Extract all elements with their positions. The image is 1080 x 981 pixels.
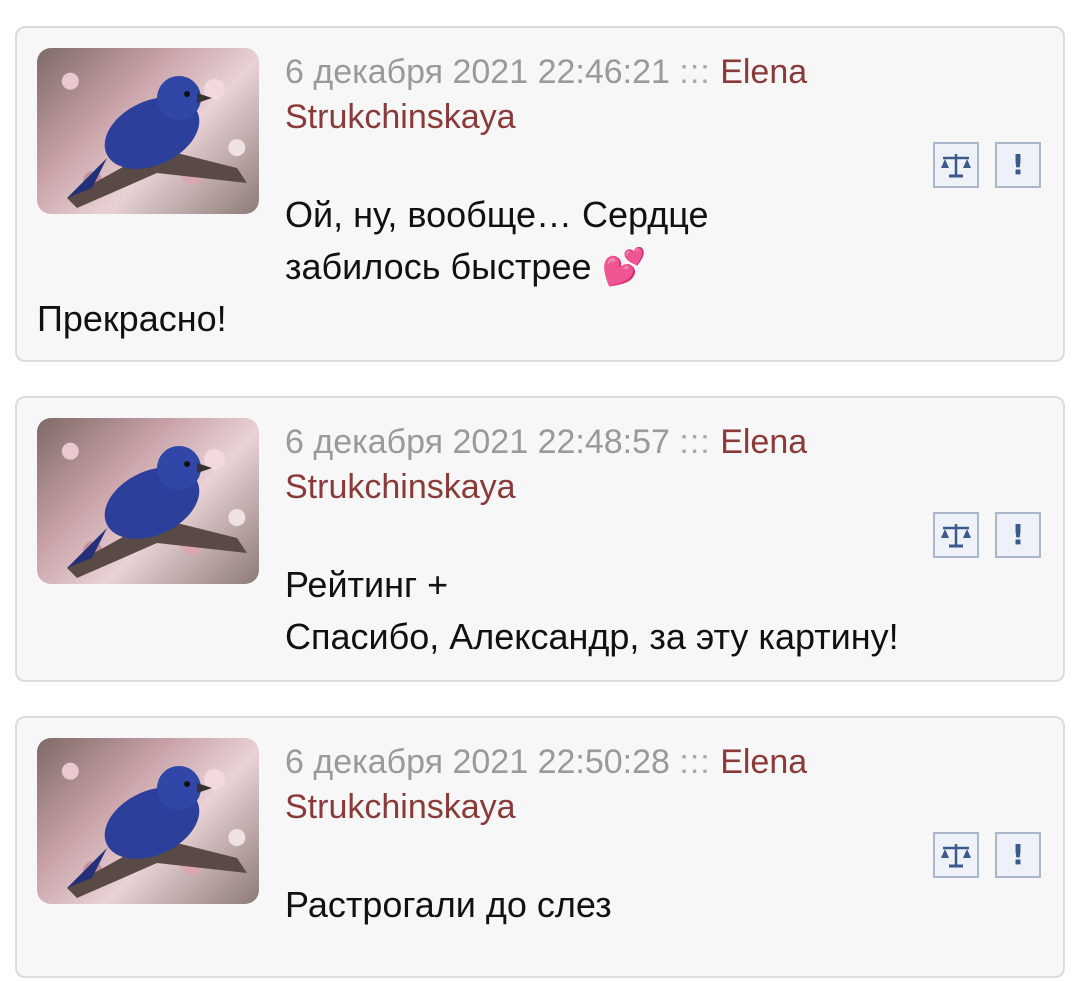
avatar[interactable] [37, 418, 259, 584]
comment-meta: 6 декабря 2021 22:48:57 ::: Elena Strukc… [285, 420, 925, 510]
bird-avatar-image [67, 76, 247, 208]
meta-separator: ::: [679, 53, 711, 91]
comment-card: 6 декабря 2021 22:50:28 ::: Elena Strukc… [15, 716, 1065, 978]
rate-button[interactable] [933, 832, 979, 878]
comment-meta: 6 декабря 2021 22:50:28 ::: Elena Strukc… [285, 740, 925, 830]
scales-icon [941, 154, 971, 178]
scales-icon [941, 524, 971, 548]
scales-icon [941, 844, 971, 868]
avatar[interactable] [37, 738, 259, 904]
comment-card: 6 декабря 2021 22:48:57 ::: Elena Strukc… [15, 396, 1065, 682]
report-icon: ! [1011, 518, 1025, 551]
rate-button[interactable] [933, 142, 979, 188]
report-icon: ! [1011, 838, 1025, 871]
bird-avatar-image [67, 446, 247, 578]
report-button[interactable]: ! [995, 142, 1041, 188]
report-button[interactable]: ! [995, 512, 1041, 558]
comment-date: 6 декабря 2021 22:50:28 [285, 743, 670, 781]
comment-text-line: Растрогали до слез [285, 884, 612, 925]
report-icon: ! [1011, 148, 1025, 181]
comment-text-line: забилось быстрее 💕 [285, 246, 647, 288]
meta-separator: ::: [679, 743, 711, 781]
avatar[interactable] [37, 48, 259, 214]
two-hearts-emoji: 💕 [601, 247, 647, 288]
comment-card: 6 декабря 2021 22:46:21 ::: Elena Strukc… [15, 26, 1065, 362]
report-button[interactable]: ! [995, 832, 1041, 878]
comment-text-line: Рейтинг + [285, 564, 449, 605]
bird-avatar-image [67, 766, 247, 898]
comment-text-line: Ой, ну, вообще… Сердце [285, 194, 709, 235]
comment-text-line: Прекрасно! [37, 298, 227, 339]
comment-date: 6 декабря 2021 22:48:57 [285, 423, 670, 461]
rate-button[interactable] [933, 512, 979, 558]
meta-separator: ::: [679, 423, 711, 461]
comment-date: 6 декабря 2021 22:46:21 [285, 53, 670, 91]
comment-meta: 6 декабря 2021 22:46:21 ::: Elena Strukc… [285, 50, 925, 140]
comment-text-line: Спасибо, Александр, за эту картину! [285, 616, 899, 657]
